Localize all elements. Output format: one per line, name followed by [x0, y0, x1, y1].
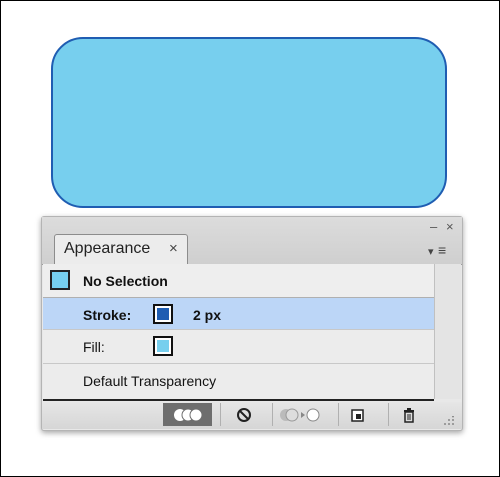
- transparency-label: Default Transparency: [83, 373, 217, 389]
- fill-label: Fill:: [83, 339, 105, 355]
- new-art-icon: [173, 408, 202, 421]
- selection-thumbnail: [50, 270, 70, 290]
- stroke-weight-value[interactable]: 2 px: [193, 307, 221, 323]
- tab-appearance[interactable]: Appearance ×: [54, 234, 188, 264]
- tab-close-icon[interactable]: ×: [169, 240, 178, 257]
- panel-scrollbar[interactable]: [434, 264, 461, 399]
- rounded-rectangle-shape[interactable]: [51, 37, 447, 208]
- fill-swatch[interactable]: [153, 336, 173, 356]
- duplicate-item-icon: [350, 408, 364, 422]
- menu-lines-icon: ≡: [438, 242, 447, 258]
- close-icon[interactable]: ×: [446, 220, 454, 233]
- delete-item-button[interactable]: [388, 403, 428, 426]
- minimize-icon[interactable]: –: [430, 220, 437, 233]
- selection-label: No Selection: [83, 273, 168, 289]
- panel-toolbar: [42, 402, 462, 429]
- appearance-list: No Selection Stroke: 2 px Fill: Default …: [43, 264, 434, 399]
- duplicate-item-button[interactable]: [338, 403, 376, 426]
- list-divider: [43, 399, 434, 401]
- chevron-down-icon: ▾: [428, 246, 434, 258]
- stroke-row[interactable]: Stroke: 2 px: [43, 298, 434, 330]
- tab-label: Appearance: [64, 240, 151, 257]
- reduce-basic-icon: [279, 408, 319, 421]
- stroke-swatch[interactable]: [153, 304, 173, 324]
- resize-grip-icon[interactable]: [442, 416, 456, 426]
- panel-menu-icon[interactable]: ▾ ≡: [428, 242, 446, 258]
- fill-row[interactable]: Fill:: [43, 330, 434, 364]
- trash-icon: [403, 407, 414, 423]
- stroke-label: Stroke:: [83, 307, 132, 323]
- appearance-panel: – × Appearance × ▾ ≡ No Selection Stroke…: [41, 216, 463, 431]
- transparency-row[interactable]: Default Transparency: [43, 364, 434, 399]
- selection-row[interactable]: No Selection: [43, 264, 434, 298]
- reduce-basic-button[interactable]: [272, 403, 326, 426]
- clear-appearance-icon: [237, 407, 251, 422]
- panel-titlebar[interactable]: – × Appearance × ▾ ≡: [42, 217, 462, 265]
- new-art-button[interactable]: [163, 403, 212, 426]
- clear-appearance-button[interactable]: [220, 403, 267, 426]
